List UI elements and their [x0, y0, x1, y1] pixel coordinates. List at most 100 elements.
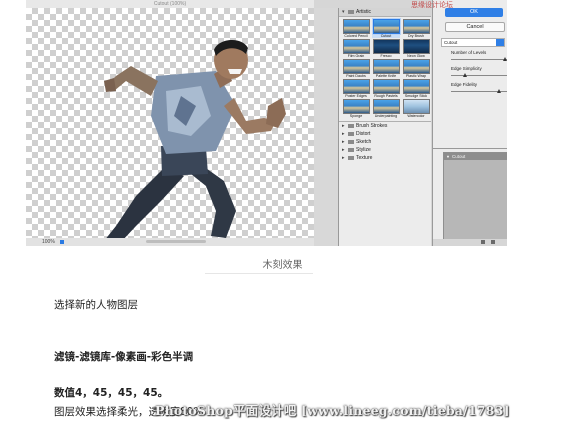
category-label: Distort: [356, 131, 371, 137]
effect-layer-row[interactable]: ● Cutout: [444, 153, 507, 160]
category-label: Stylize: [356, 147, 371, 153]
filter-thumbnail[interactable]: Underpainting: [372, 99, 400, 118]
folder-icon: [348, 147, 354, 152]
new-layer-icon[interactable]: [481, 240, 485, 244]
filter-label: Neon Glow: [407, 54, 425, 58]
filter-param: Number of Levels8: [451, 50, 507, 61]
filter-thumbnail[interactable]: Rough Pastels: [372, 79, 400, 98]
filter-param: Edge Fidelity3: [451, 82, 507, 93]
chevron-down-icon: [496, 39, 504, 46]
filter-thumbnail[interactable]: Sponge: [342, 99, 370, 118]
filter-label: Dry Brush: [408, 34, 424, 38]
filter-label: Cutout: [380, 34, 392, 38]
filter-label: Film Grain: [347, 54, 365, 58]
effect-layer-list: ● Cutout: [443, 152, 507, 240]
filter-label: Rough Pastels: [374, 94, 398, 98]
category-item[interactable]: ▸ Sketch: [339, 138, 431, 146]
filter-thumbnail[interactable]: Fresco: [372, 39, 400, 58]
horizontal-scrollbar[interactable]: [146, 240, 206, 243]
filter-select[interactable]: Cutout: [441, 38, 505, 47]
filter-thumbnail[interactable]: Colored Pencil: [342, 19, 370, 38]
param-label: Edge Fidelity: [451, 82, 478, 87]
filter-gallery: ▾ Artistic Colored Pencil Cutout Dry Brush F…: [338, 8, 431, 246]
watermark: PhotoShop平面设计吧 [www.lineeg.com/tieba/178…: [155, 403, 510, 418]
filter-thumbnail[interactable]: Neon Glow: [402, 39, 430, 58]
filter-preview-image: [342, 79, 370, 94]
filter-preview-image: [372, 79, 400, 94]
filter-label: Underpainting: [374, 114, 398, 118]
runner-figure: [104, 39, 286, 242]
filter-preview-image: [342, 59, 370, 74]
ok-button[interactable]: OK: [445, 8, 503, 17]
category-label: Brush Strokes: [356, 123, 388, 129]
folder-icon: [348, 123, 354, 128]
top-watermark: 思缘设计论坛: [411, 1, 453, 9]
filter-preview-image: [372, 99, 400, 114]
filter-preview-image: [372, 59, 400, 74]
filter-label: Colored Pencil: [344, 34, 368, 38]
image-caption: 木刻效果: [262, 260, 303, 271]
filter-thumbnail[interactable]: Paint Daubs: [342, 59, 370, 78]
slider-knob[interactable]: [463, 73, 468, 77]
filter-thumbnail[interactable]: Cutout: [372, 19, 400, 38]
filter-label: Plastic Wrap: [405, 74, 427, 78]
category-item[interactable]: ▸ Brush Strokes: [339, 122, 431, 130]
image-canvas[interactable]: [26, 8, 314, 242]
filter-label: Sponge: [349, 114, 363, 118]
filter-thumbnail[interactable]: Dry Brush: [402, 19, 430, 38]
filter-preview-image: [342, 19, 370, 34]
trash-icon[interactable]: [491, 240, 495, 244]
photoshop-screenshot: Cutout (100%) 100% ▾ Artistic Colored Pe…: [26, 0, 507, 246]
filter-thumbnail[interactable]: Smudge Stick: [402, 79, 430, 98]
category-item[interactable]: ▸ Texture: [339, 154, 431, 162]
settings-panel: OK Cancel Cutout Number of Levels8 Edge S…: [432, 0, 507, 246]
folder-icon: [348, 9, 354, 14]
category-label: Sketch: [356, 139, 372, 145]
filter-preview-image: [372, 19, 400, 34]
filter-thumbnail[interactable]: Palette Knife: [372, 59, 400, 78]
slider-knob[interactable]: [497, 89, 502, 93]
category-label: Texture: [356, 155, 373, 161]
status-bar: 100%: [26, 238, 314, 246]
filter-label: Fresco: [380, 54, 392, 58]
closed-categories: ▸ Brush Strokes ▸ Distort ▸ Sketch ▸ Stylize ▸ Te…: [339, 121, 431, 162]
param-slider[interactable]: [451, 59, 507, 60]
filter-preview-image: [372, 39, 400, 54]
filter-select-value: Cutout: [444, 40, 458, 45]
filter-preview-image: [402, 99, 430, 114]
divider: [314, 8, 338, 246]
step-values: 数值4，45，45，45。: [54, 387, 169, 399]
category-label: Artistic: [356, 9, 371, 15]
step-text: 选择新的人物图层: [54, 299, 138, 311]
caption-divider: [205, 273, 313, 274]
filter-label: Smudge Stick: [404, 94, 428, 98]
param-slider[interactable]: [451, 75, 507, 76]
param-label: Number of Levels: [451, 50, 487, 55]
cancel-button[interactable]: Cancel: [445, 22, 505, 32]
window-title: Cutout (100%): [26, 0, 314, 8]
filter-thumbnail[interactable]: Poster Edges: [342, 79, 370, 98]
zoom-level: 100%: [42, 239, 55, 245]
eye-icon[interactable]: ●: [444, 153, 452, 160]
param-label: Edge Simplicity: [451, 66, 482, 71]
filter-thumbnails: Colored Pencil Cutout Dry Brush Film Grain F…: [339, 17, 431, 121]
filter-preview-image: [342, 99, 370, 114]
effect-layer-name: Cutout: [452, 154, 466, 159]
filter-thumbnail[interactable]: Watercolor: [402, 99, 430, 118]
category-item[interactable]: ▸ Stylize: [339, 146, 431, 154]
filter-param: Edge Simplicity2: [451, 66, 507, 77]
folder-icon: [348, 155, 354, 160]
zoom-menu-icon[interactable]: [60, 240, 64, 244]
folder-icon: [348, 131, 354, 136]
filter-label: Paint Daubs: [346, 74, 366, 78]
folder-icon: [348, 139, 354, 144]
filter-label: Palette Knife: [375, 74, 397, 78]
filter-label: Watercolor: [407, 114, 425, 118]
filter-label: Poster Edges: [345, 94, 367, 98]
filter-preview-image: [402, 19, 430, 34]
category-item[interactable]: ▸ Distort: [339, 130, 431, 138]
slider-knob[interactable]: [503, 57, 507, 61]
divider: [433, 148, 507, 149]
filter-thumbnail[interactable]: Plastic Wrap: [402, 59, 430, 78]
filter-thumbnail[interactable]: Film Grain: [342, 39, 370, 58]
